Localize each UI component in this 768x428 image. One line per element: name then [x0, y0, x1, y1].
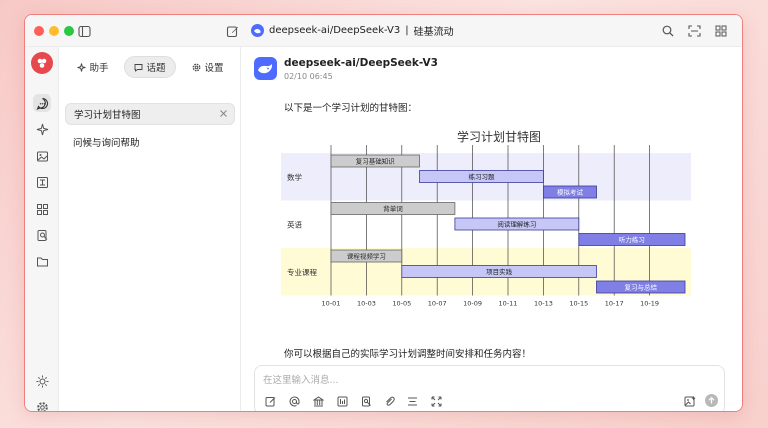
- x-tick-label: 10-17: [605, 300, 624, 308]
- fullscreen-icon[interactable]: [685, 22, 703, 40]
- x-tick-label: 10-15: [569, 300, 588, 308]
- document-search-icon[interactable]: [359, 394, 373, 408]
- message-input[interactable]: 在这里输入消息...: [263, 372, 339, 386]
- tab-topics-label: 话题: [146, 63, 166, 74]
- clear-context-icon[interactable]: [405, 394, 419, 408]
- attachment-icon[interactable]: [382, 394, 396, 408]
- app-window: deepseek-ai/DeepSeek-V3 | 硅基流动 助手 话题 设置 …: [24, 14, 743, 412]
- message-intro: 以下是一个学习计划的甘特图：: [284, 103, 418, 114]
- title-provider: 硅基流动: [413, 27, 454, 38]
- topic-label: 问候与询问帮助: [73, 138, 140, 149]
- translate-nav-icon[interactable]: [33, 173, 51, 191]
- message-outro: 你可以根据自己的实际学习计划调整时间安排和任务内容！: [284, 349, 532, 360]
- new-topic-icon[interactable]: [223, 22, 241, 40]
- title-separator: |: [405, 25, 409, 36]
- topic-item-active[interactable]: 学习计划甘特图: [65, 103, 235, 125]
- web-search-icon[interactable]: [335, 394, 349, 408]
- x-tick-label: 10-19: [640, 300, 659, 308]
- deepseek-avatar: [254, 57, 277, 80]
- send-button[interactable]: [705, 394, 718, 407]
- apps-nav-icon[interactable]: [33, 200, 51, 218]
- tab-topics[interactable]: 话题: [124, 56, 176, 78]
- section-label: 英语: [287, 219, 302, 229]
- knowledge-base-icon[interactable]: [311, 394, 325, 408]
- title-bar: deepseek-ai/DeepSeek-V3 | 硅基流动: [25, 15, 742, 47]
- settings-nav-icon[interactable]: [33, 398, 51, 411]
- x-tick-label: 10-13: [534, 300, 553, 308]
- section-label: 数学: [287, 172, 302, 182]
- new-topic-icon[interactable]: [263, 394, 277, 408]
- gantt-bar-label: 听力练习: [619, 235, 645, 244]
- tab-assistants-label: 助手: [89, 63, 109, 74]
- panel-tabs: 助手 话题 设置: [59, 47, 240, 87]
- gantt-bar-label: 模拟考试: [557, 188, 584, 197]
- chart-title: 学习计划甘特图: [457, 129, 541, 144]
- maximize-window-button[interactable]: [64, 26, 74, 36]
- gantt-bar-label: 课程视频学习: [347, 252, 386, 261]
- gantt-bar-label: 背单词: [383, 204, 403, 213]
- sparkle-icon: [77, 62, 87, 72]
- expand-icon[interactable]: [429, 394, 443, 408]
- image-upload-icon[interactable]: [683, 394, 697, 408]
- x-tick-label: 10-11: [499, 300, 518, 308]
- x-tick-label: 10-05: [392, 300, 411, 308]
- gantt-chart: 学习计划甘特图数学英语专业课程 10-01 10-03 10-05 10-07 10-09…: [281, 129, 691, 308]
- close-window-button[interactable]: [34, 26, 44, 36]
- agents-nav-icon[interactable]: [33, 120, 51, 138]
- x-tick-label: 10-07: [428, 300, 447, 308]
- gantt-bar-label: 阅读理解练习: [497, 220, 536, 229]
- title-model: deepseek-ai/DeepSeek-V3: [269, 25, 401, 36]
- gantt-bar-label: 练习习题: [468, 172, 495, 181]
- topic-item[interactable]: 问候与询问帮助: [65, 131, 235, 153]
- chat-nav-icon[interactable]: [33, 94, 51, 112]
- search-icon[interactable]: [659, 22, 677, 40]
- minimize-window-button[interactable]: [49, 26, 59, 36]
- section-label: 专业课程: [287, 267, 317, 277]
- x-tick-label: 10-03: [357, 300, 376, 308]
- window-title: deepseek-ai/DeepSeek-V3 | 硅基流动: [251, 23, 454, 38]
- topic-label: 学习计划甘特图: [74, 110, 141, 121]
- tab-assistants[interactable]: 助手: [71, 56, 115, 78]
- topics-panel: 助手 话题 设置 学习计划甘特图 问候与询问帮助: [59, 47, 241, 411]
- apps-grid-icon[interactable]: [712, 22, 730, 40]
- message-input-box[interactable]: 在这里输入消息...: [254, 365, 725, 411]
- x-tick-label: 10-09: [463, 300, 482, 308]
- app-logo: [31, 52, 53, 74]
- chat-area: deepseek-ai/DeepSeek-V3 02/10 06:45 以下是一…: [241, 47, 742, 411]
- theme-toggle-icon[interactable]: [33, 372, 51, 390]
- mention-icon[interactable]: [287, 394, 301, 408]
- message-sender: deepseek-ai/DeepSeek-V3: [284, 57, 438, 69]
- tab-settings[interactable]: 设置: [184, 56, 232, 78]
- gantt-bar-label: 复习基础知识: [356, 157, 396, 166]
- tab-settings-label: 设置: [204, 63, 224, 74]
- deepseek-logo-icon: [251, 24, 264, 37]
- chat-icon: [134, 63, 143, 72]
- toggle-sidebar-icon[interactable]: [75, 22, 93, 40]
- paintings-nav-icon[interactable]: [33, 147, 51, 165]
- files-nav-icon[interactable]: [33, 252, 51, 270]
- x-tick-label: 10-01: [322, 300, 341, 308]
- knowledge-nav-icon[interactable]: [33, 226, 51, 244]
- gantt-bar-label: 项目实践: [486, 267, 513, 276]
- gantt-bar-label: 复习与总结: [625, 283, 658, 292]
- nav-rail: [25, 47, 59, 411]
- message-time: 02/10 06:45: [284, 72, 333, 81]
- gear-icon: [192, 63, 201, 72]
- close-icon[interactable]: [219, 109, 228, 118]
